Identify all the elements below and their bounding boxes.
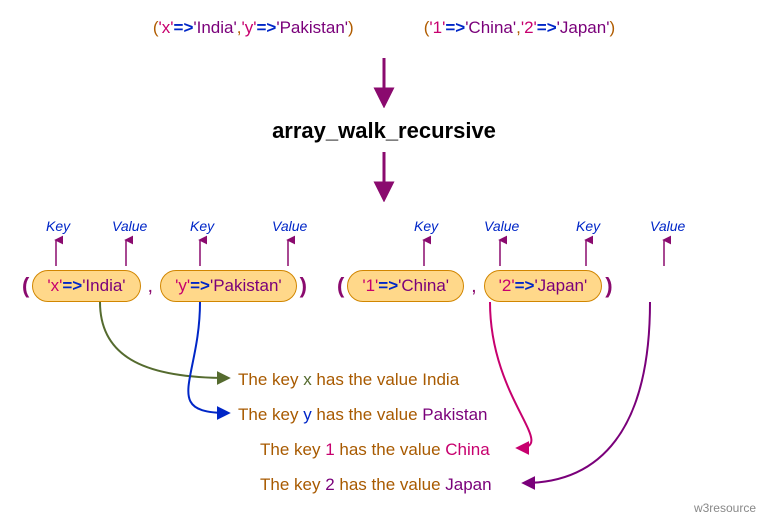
key-y: 'y' xyxy=(241,18,256,37)
fat-arrow: => xyxy=(190,276,210,295)
fat-arrow: => xyxy=(445,18,465,37)
fat-arrow: => xyxy=(174,18,194,37)
label-key: Key xyxy=(190,218,214,234)
output-key: 2 xyxy=(325,475,334,494)
output-key: 1 xyxy=(325,440,334,459)
paren-open: ( xyxy=(22,273,29,299)
down-arrow-icon xyxy=(373,56,395,108)
comma: , xyxy=(467,275,481,298)
key-1: '1' xyxy=(429,18,445,37)
box-key: 'y' xyxy=(175,276,190,295)
fat-arrow: => xyxy=(256,18,276,37)
box-val: 'India' xyxy=(82,276,125,295)
key-2: '2' xyxy=(521,18,537,37)
val-china: 'China' xyxy=(465,18,516,37)
output-mid: has the value xyxy=(312,370,423,389)
label-key: Key xyxy=(46,218,70,234)
output-pre: The key xyxy=(260,440,325,459)
output-val: Japan xyxy=(445,475,491,494)
val-india: 'India' xyxy=(193,18,236,37)
output-pre: The key xyxy=(260,475,325,494)
paren-open: ( xyxy=(337,273,344,299)
box-key: '1' xyxy=(362,276,378,295)
label-value: Value xyxy=(112,218,147,234)
box-key: 'x' xyxy=(47,276,62,295)
output-key: y xyxy=(303,405,312,424)
box-key: '2' xyxy=(499,276,515,295)
top-array-right: ('1'=>'China','2'=>'Japan') xyxy=(424,18,615,38)
top-arrays-row: ('x'=>'India','y'=>'Pakistan') ('1'=>'Ch… xyxy=(0,18,768,38)
paren-close: ) xyxy=(605,273,612,299)
box-val: 'China' xyxy=(398,276,449,295)
key-x: 'x' xyxy=(159,18,174,37)
box-val: 'Pakistan' xyxy=(210,276,282,295)
top-array-left: ('x'=>'India','y'=>'Pakistan') xyxy=(153,18,354,38)
output-line-2: The key y has the value Pakistan xyxy=(238,405,487,425)
val-japan: 'Japan' xyxy=(557,18,610,37)
paren-close: ) xyxy=(300,273,307,299)
output-pre: The key xyxy=(238,405,303,424)
output-mid: has the value xyxy=(312,405,423,424)
boxed-pairs-row: ( 'x'=>'India' , 'y'=>'Pakistan' ) ( '1'… xyxy=(22,270,613,302)
val-pakistan: 'Pakistan' xyxy=(276,18,348,37)
function-name: array_walk_recursive xyxy=(0,118,768,144)
paren-close: ) xyxy=(609,18,615,37)
label-value: Value xyxy=(484,218,519,234)
fat-arrow: => xyxy=(62,276,82,295)
output-val: Pakistan xyxy=(422,405,487,424)
output-mid: has the value xyxy=(335,475,446,494)
watermark: w3resource xyxy=(694,501,756,515)
fat-arrow: => xyxy=(515,276,535,295)
fat-arrow: => xyxy=(378,276,398,295)
pair-box-y-pakistan: 'y'=>'Pakistan' xyxy=(160,270,297,302)
output-line-4: The key 2 has the value Japan xyxy=(260,475,492,495)
box-val: 'Japan' xyxy=(534,276,587,295)
label-value: Value xyxy=(650,218,685,234)
comma: , xyxy=(144,275,158,298)
pair-box-2-japan: '2'=>'Japan' xyxy=(484,270,603,302)
pair-box-x-india: 'x'=>'India' xyxy=(32,270,140,302)
output-pre: The key xyxy=(238,370,303,389)
down-arrow-icon xyxy=(373,150,395,202)
output-mid: has the value xyxy=(335,440,446,459)
output-line-3: The key 1 has the value China xyxy=(260,440,490,460)
diagram-stage: ('x'=>'India','y'=>'Pakistan') ('1'=>'Ch… xyxy=(0,0,768,521)
pair-box-1-china: '1'=>'China' xyxy=(347,270,464,302)
label-key: Key xyxy=(414,218,438,234)
output-val: China xyxy=(445,440,489,459)
output-val: India xyxy=(422,370,459,389)
label-key: Key xyxy=(576,218,600,234)
output-key: x xyxy=(303,370,312,389)
paren-close: ) xyxy=(348,18,354,37)
fat-arrow: => xyxy=(537,18,557,37)
label-value: Value xyxy=(272,218,307,234)
output-line-1: The key x has the value India xyxy=(238,370,459,390)
